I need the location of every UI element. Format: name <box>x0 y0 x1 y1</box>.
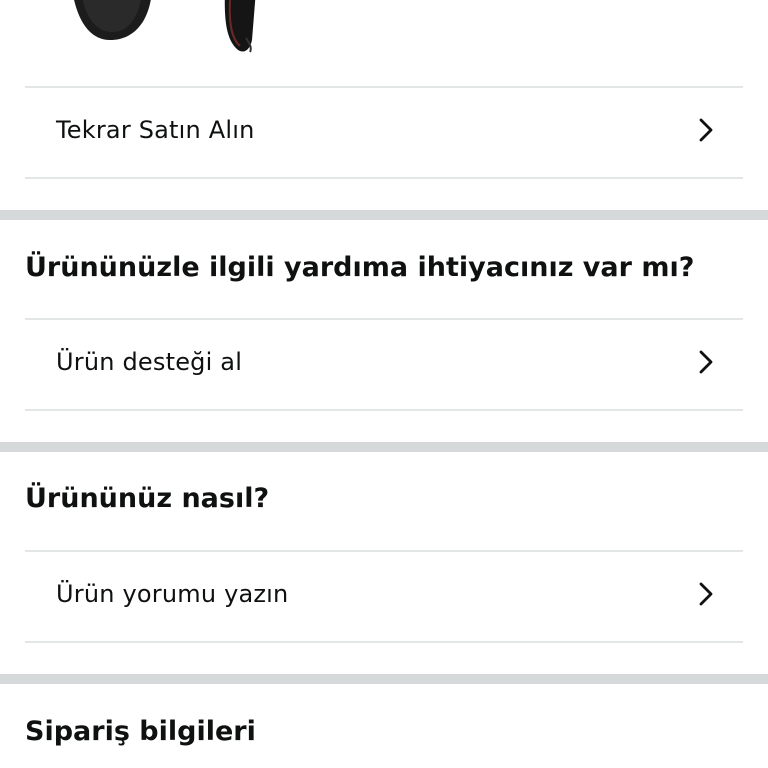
divider <box>25 409 743 411</box>
buy-again-label: Tekrar Satın Alın <box>56 116 255 144</box>
write-review-row[interactable]: Ürün yorumu yazın <box>25 550 743 638</box>
buy-again-row[interactable]: Tekrar Satın Alın <box>25 86 743 174</box>
hair-dryer-image[interactable] <box>0 0 768 86</box>
section-separator <box>0 442 768 452</box>
divider <box>25 177 743 179</box>
chevron-right-icon <box>693 117 719 143</box>
divider <box>25 641 743 643</box>
chevron-right-icon <box>693 349 719 375</box>
get-product-support-label: Ürün desteği al <box>56 348 243 376</box>
get-product-support-row[interactable]: Ürün desteği al <box>25 318 743 406</box>
support-section-title: Ürününüzle ilgili yardıma ihtiyacınız va… <box>25 252 695 283</box>
chevron-right-icon <box>693 581 719 607</box>
section-separator <box>0 210 768 220</box>
write-review-label: Ürün yorumu yazın <box>56 580 289 608</box>
order-info-section-title: Sipariş bilgileri <box>25 716 256 747</box>
review-section-title: Ürününüz nasıl? <box>25 483 270 514</box>
order-details-page: Tekrar Satın Alın Ürününüzle ilgili yard… <box>0 0 768 768</box>
section-separator <box>0 674 768 684</box>
